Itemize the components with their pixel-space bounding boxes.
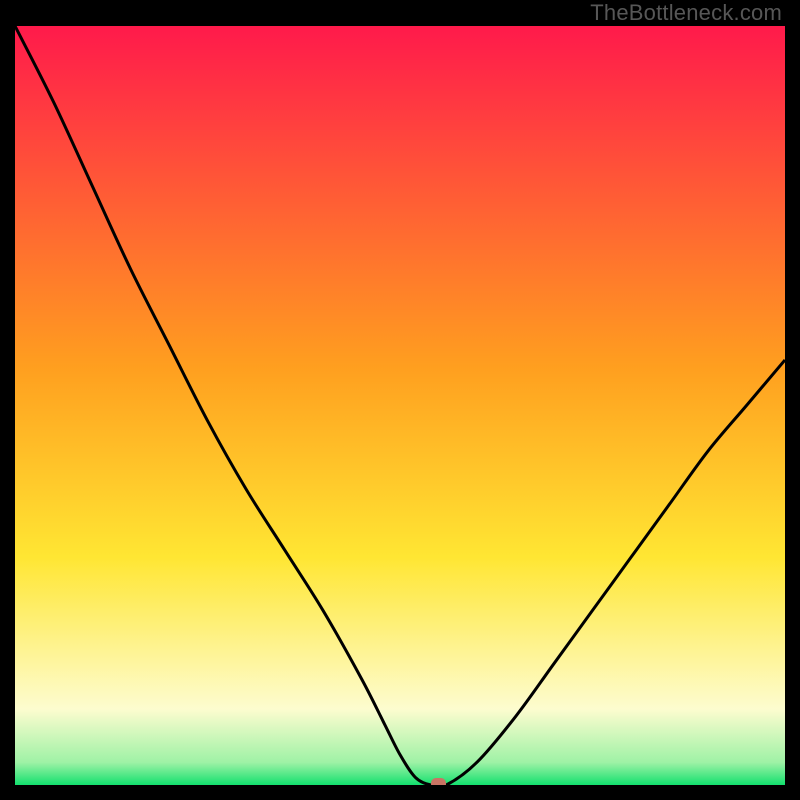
gradient-rect — [15, 26, 785, 785]
chart-svg — [15, 26, 785, 785]
watermark-text: TheBottleneck.com — [590, 0, 782, 26]
optimal-marker — [431, 778, 446, 785]
chart-frame: TheBottleneck.com — [0, 0, 800, 800]
plot-area — [15, 26, 785, 785]
